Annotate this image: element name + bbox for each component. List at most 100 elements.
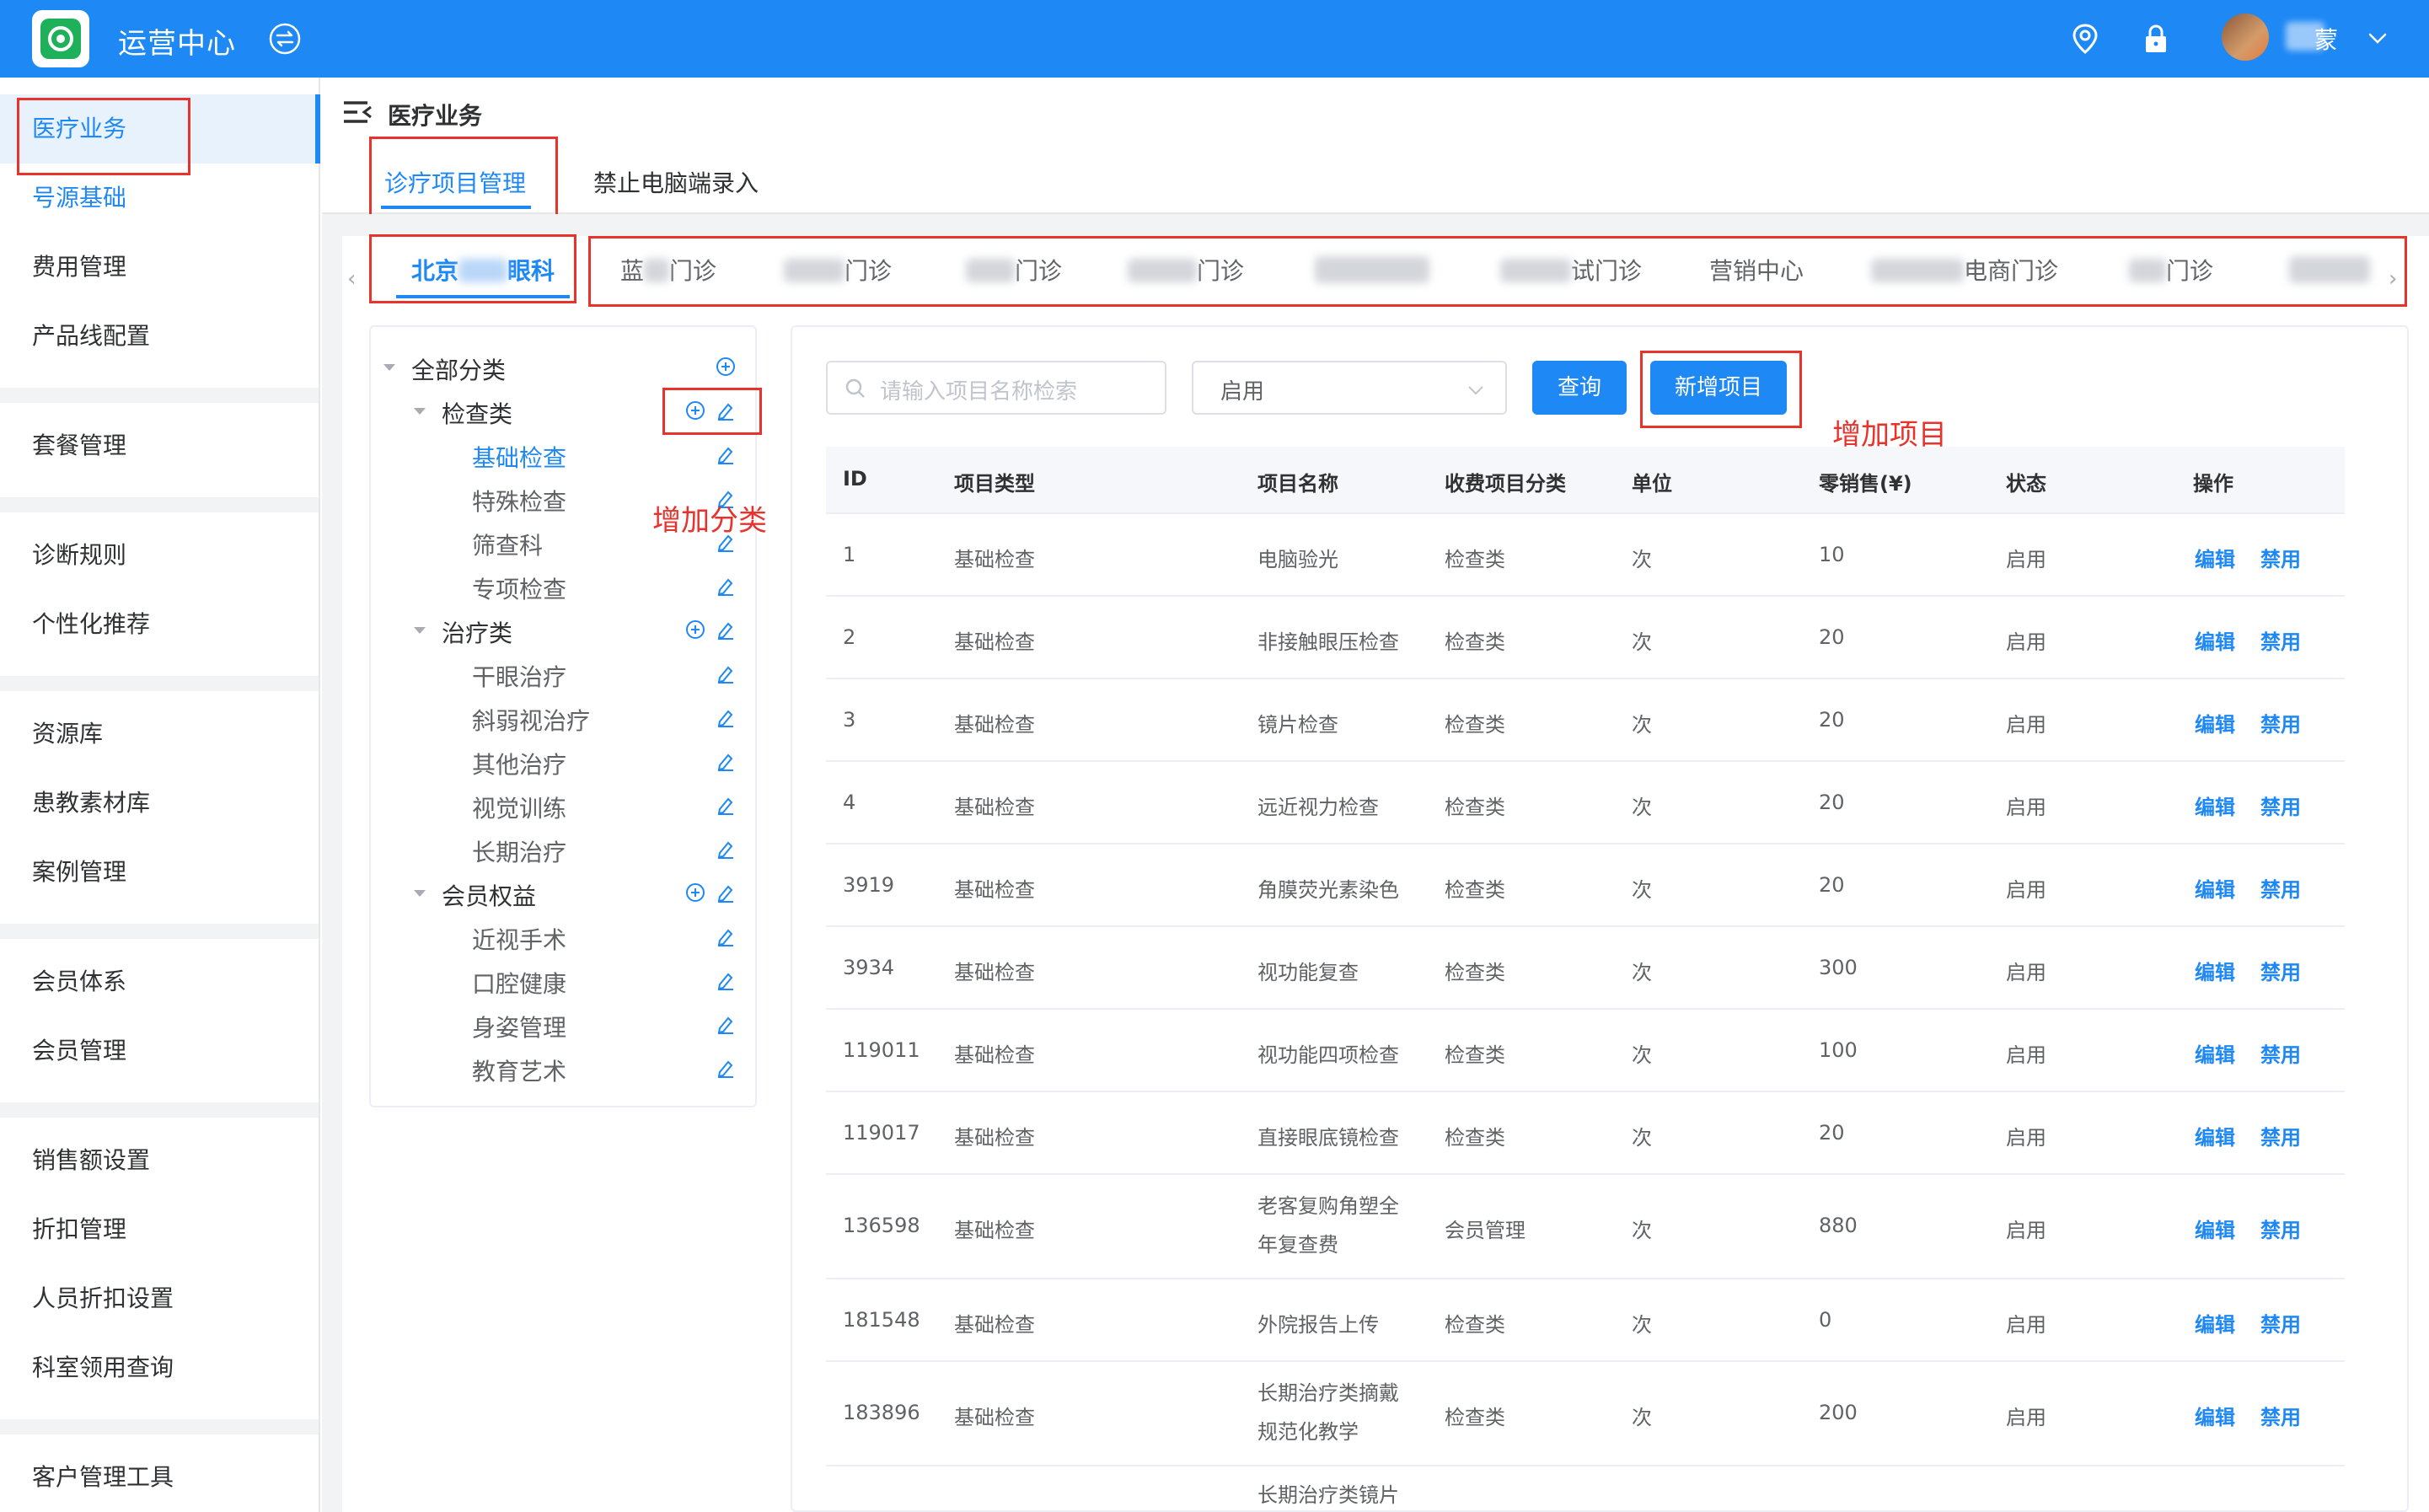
sidebar-item-member-management[interactable]: 会员管理 bbox=[0, 1016, 319, 1086]
sidebar-item-customer-tools[interactable]: 客户管理工具 bbox=[0, 1443, 319, 1512]
edit-link[interactable]: 编辑 bbox=[2195, 791, 2235, 820]
sidebar-item-dept-query[interactable]: 科室领用查询 bbox=[0, 1333, 319, 1402]
edit-icon[interactable] bbox=[715, 882, 737, 903]
cell-status: 启用 bbox=[2006, 630, 2046, 654]
disable-link[interactable]: 禁用 bbox=[2260, 1038, 2301, 1068]
tree-node-level2[interactable]: 干眼治疗 bbox=[472, 659, 566, 693]
edit-icon[interactable] bbox=[715, 750, 737, 772]
caret-down-icon[interactable] bbox=[413, 406, 426, 416]
tree-node-level2[interactable]: 近视手术 bbox=[472, 922, 566, 956]
disable-link[interactable]: 禁用 bbox=[2260, 873, 2301, 903]
cell-status: 启用 bbox=[2006, 796, 2046, 819]
location-icon[interactable] bbox=[2068, 22, 2102, 56]
sidebar-item-diagnosis-rules[interactable]: 诊断规则 bbox=[0, 521, 319, 590]
tree-node-level2[interactable]: 基础检查 bbox=[472, 440, 566, 474]
edit-link[interactable]: 编辑 bbox=[2195, 1401, 2235, 1430]
column-header: 状态 bbox=[2006, 472, 2046, 496]
column-header: 项目类型 bbox=[954, 472, 1035, 496]
tree-node-level2[interactable]: 专项检查 bbox=[472, 571, 566, 605]
tree-node-level2[interactable]: 特殊检查 bbox=[472, 484, 566, 517]
edit-link[interactable]: 编辑 bbox=[2195, 1121, 2235, 1150]
cell-type: 基础检查 bbox=[954, 1313, 1035, 1337]
tree-node-level2[interactable]: 筛查科 bbox=[472, 528, 543, 561]
tree-root[interactable]: 全部分类 bbox=[411, 352, 506, 386]
lock-icon[interactable] bbox=[2139, 22, 2173, 56]
tree-node-level2[interactable]: 其他治疗 bbox=[472, 747, 566, 780]
sidebar-item-cases[interactable]: 案例管理 bbox=[0, 838, 319, 907]
status-select[interactable]: 启用 bbox=[1192, 361, 1507, 415]
edit-link[interactable]: 编辑 bbox=[2195, 1038, 2235, 1068]
edit-icon[interactable] bbox=[715, 969, 737, 991]
cell-status: 启用 bbox=[2006, 878, 2046, 902]
user-name[interactable]: 蒙 bbox=[2314, 22, 2338, 56]
edit-icon[interactable] bbox=[715, 1057, 737, 1079]
caret-down-icon[interactable] bbox=[383, 362, 396, 373]
edit-link[interactable]: 编辑 bbox=[2195, 1308, 2235, 1338]
disable-link[interactable]: 禁用 bbox=[2260, 625, 2301, 655]
sidebar-item-member-system[interactable]: 会员体系 bbox=[0, 947, 319, 1016]
edit-link[interactable]: 编辑 bbox=[2195, 873, 2235, 903]
cell-price: 200 bbox=[1819, 1401, 1858, 1424]
tree-node-level2[interactable]: 长期治疗 bbox=[472, 834, 566, 868]
edit-icon[interactable] bbox=[715, 925, 737, 947]
sidebar-item-fee-management[interactable]: 费用管理 bbox=[0, 233, 319, 302]
edit-link[interactable]: 编辑 bbox=[2195, 1214, 2235, 1243]
edit-icon[interactable] bbox=[715, 706, 737, 728]
sidebar-item-discount[interactable]: 折扣管理 bbox=[0, 1195, 319, 1264]
chevron-left-icon[interactable]: ‹ bbox=[347, 266, 356, 292]
edit-icon[interactable] bbox=[715, 619, 737, 641]
edit-link[interactable]: 编辑 bbox=[2195, 708, 2235, 737]
switch-icon[interactable] bbox=[268, 22, 302, 56]
add-category-icon[interactable] bbox=[684, 619, 706, 641]
tree-node-level2[interactable]: 教育艺术 bbox=[472, 1054, 566, 1087]
disable-link[interactable]: 禁用 bbox=[2260, 708, 2301, 737]
edit-icon[interactable] bbox=[715, 794, 737, 816]
caret-down-icon[interactable] bbox=[413, 888, 426, 898]
sidebar-item-package[interactable]: 套餐管理 bbox=[0, 411, 319, 480]
tree-node-level1[interactable]: 检查类 bbox=[442, 396, 512, 430]
disable-link[interactable]: 禁用 bbox=[2260, 1401, 2301, 1430]
search-input[interactable]: 请输入项目名称检索 bbox=[826, 361, 1166, 415]
cell-type: 基础检查 bbox=[954, 961, 1035, 984]
sidebar-item-patient-materials[interactable]: 患教素材库 bbox=[0, 769, 319, 838]
edit-icon[interactable] bbox=[715, 838, 737, 860]
cell-status: 启用 bbox=[2006, 1313, 2046, 1337]
tree-node-level1[interactable]: 治疗类 bbox=[442, 615, 512, 649]
collapse-menu-icon[interactable] bbox=[342, 99, 373, 125]
caret-down-icon[interactable] bbox=[413, 625, 426, 635]
add-category-icon[interactable] bbox=[715, 356, 737, 378]
sidebar-item-resources[interactable]: 资源库 bbox=[0, 700, 319, 769]
edit-link[interactable]: 编辑 bbox=[2195, 956, 2235, 985]
chevron-down-icon[interactable] bbox=[2367, 27, 2389, 49]
disable-link[interactable]: 禁用 bbox=[2260, 1308, 2301, 1338]
edit-icon[interactable] bbox=[715, 662, 737, 684]
edit-icon[interactable] bbox=[715, 1013, 737, 1035]
query-button[interactable]: 查询 bbox=[1532, 361, 1627, 415]
sidebar-item-sales-settings[interactable]: 销售额设置 bbox=[0, 1126, 319, 1195]
highlight-box bbox=[662, 388, 762, 435]
app-logo-icon[interactable] bbox=[32, 10, 89, 67]
add-category-icon[interactable] bbox=[684, 882, 706, 903]
sidebar-item-recommend[interactable]: 个性化推荐 bbox=[0, 590, 319, 659]
edit-icon[interactable] bbox=[715, 575, 737, 597]
tab-disable-pc-entry[interactable]: 禁止电脑端录入 bbox=[593, 165, 759, 199]
disable-link[interactable]: 禁用 bbox=[2260, 1214, 2301, 1243]
sidebar-item-staff-discount[interactable]: 人员折扣设置 bbox=[0, 1264, 319, 1333]
edit-link[interactable]: 编辑 bbox=[2195, 543, 2235, 572]
disable-link[interactable]: 禁用 bbox=[2260, 1121, 2301, 1150]
highlight-box bbox=[369, 137, 558, 219]
edit-icon[interactable] bbox=[715, 443, 737, 465]
disable-link[interactable]: 禁用 bbox=[2260, 543, 2301, 572]
tree-node-level1[interactable]: 会员权益 bbox=[442, 878, 536, 912]
tree-node-level2[interactable]: 身姿管理 bbox=[472, 1010, 566, 1043]
tree-node-level2[interactable]: 口腔健康 bbox=[472, 966, 566, 1000]
tree-node-level2[interactable]: 斜弱视治疗 bbox=[472, 703, 590, 737]
tree-node-level2[interactable]: 视觉训练 bbox=[472, 791, 566, 824]
disable-link[interactable]: 禁用 bbox=[2260, 956, 2301, 985]
cell-type: 基础检查 bbox=[954, 548, 1035, 571]
disable-link[interactable]: 禁用 bbox=[2260, 791, 2301, 820]
cell-name: 老客复购角塑全年复查费 bbox=[1257, 1194, 1399, 1257]
avatar[interactable] bbox=[2222, 13, 2269, 61]
sidebar-item-product-line[interactable]: 产品线配置 bbox=[0, 302, 319, 371]
edit-link[interactable]: 编辑 bbox=[2195, 625, 2235, 655]
